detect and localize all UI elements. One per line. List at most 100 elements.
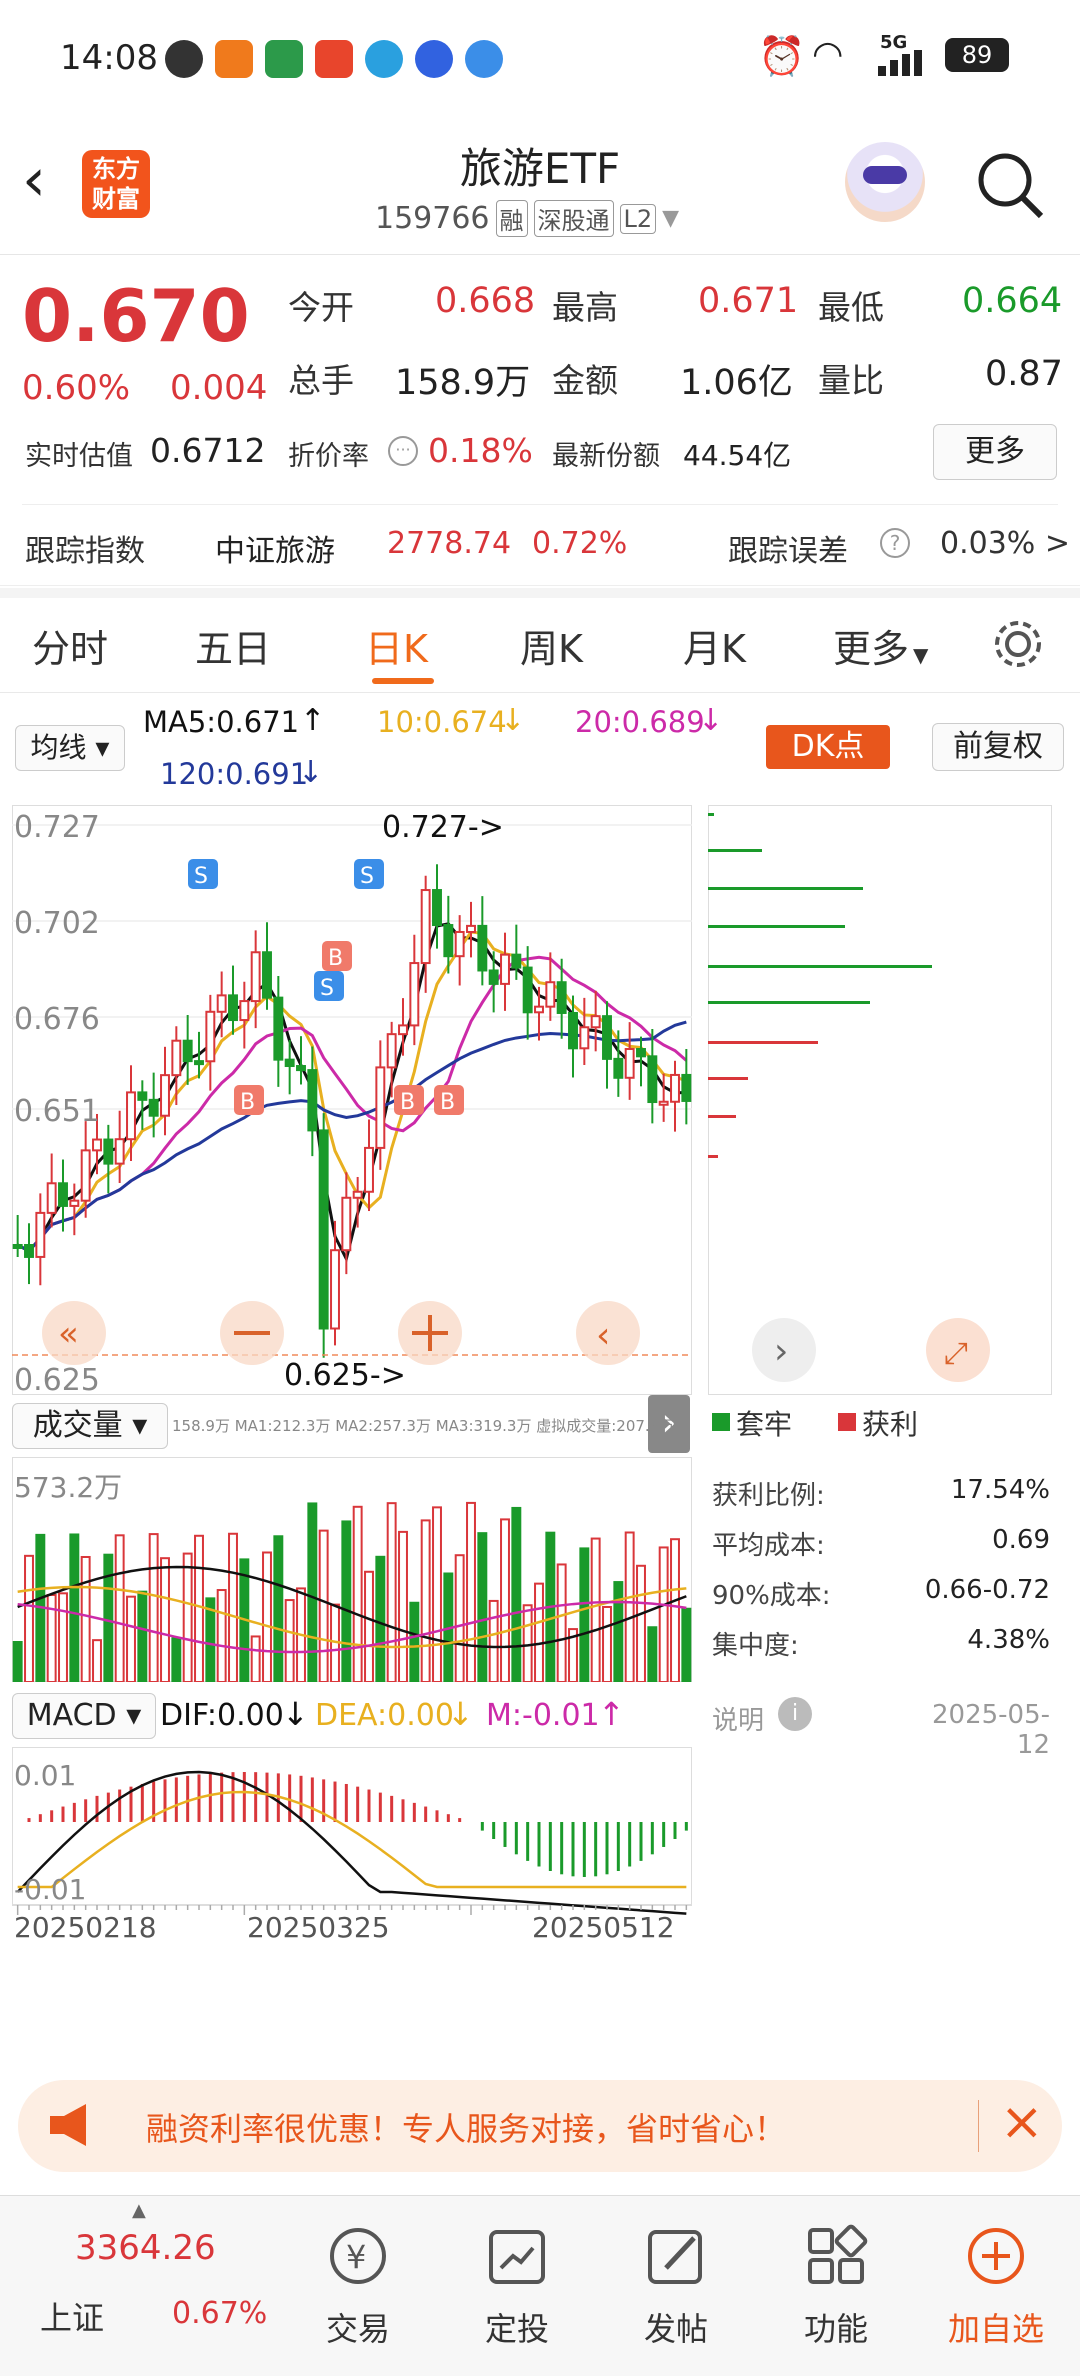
tab-intraday[interactable]: 分时 bbox=[32, 618, 108, 673]
active-tab-indicator bbox=[372, 678, 434, 684]
sell-signal-marker[interactable]: S bbox=[314, 971, 344, 1001]
dk-point-button[interactable]: DK点 bbox=[766, 725, 890, 769]
dif-label: DIF:0.00 bbox=[160, 1698, 284, 1733]
track-error-value[interactable]: 0.03% > bbox=[940, 526, 1070, 561]
volume-bar bbox=[432, 1506, 442, 1682]
track-index-name[interactable]: 中证旅游 bbox=[215, 526, 335, 570]
profit-legend-swatch bbox=[838, 1413, 856, 1431]
candle bbox=[602, 1001, 612, 1089]
volume-ratio-label: 量比 bbox=[818, 361, 884, 400]
price-tick-1: 0.702 bbox=[14, 906, 100, 941]
ma-selector[interactable]: 均线 ▾ bbox=[15, 725, 125, 771]
volume-bar bbox=[160, 1557, 170, 1682]
volume-bar bbox=[409, 1601, 420, 1682]
arrow-down-icon: ↓ bbox=[447, 1695, 474, 1733]
volume-bar bbox=[556, 1563, 567, 1682]
buy-signal-marker[interactable]: B bbox=[434, 1085, 464, 1115]
info-dots-icon[interactable]: ··· bbox=[388, 436, 418, 466]
volume-chart[interactable]: 573.2万 bbox=[12, 1457, 692, 1682]
candle bbox=[46, 1153, 57, 1228]
candle bbox=[126, 1065, 136, 1161]
promo-banner[interactable]: 融资利率很优惠！专人服务对接，省时省心！ × bbox=[18, 2080, 1062, 2172]
chevron-down-icon[interactable]: ▼ bbox=[662, 206, 679, 231]
tab-monthly-k[interactable]: 月K bbox=[683, 618, 746, 673]
close-icon[interactable]: × bbox=[1000, 2092, 1044, 2152]
volume-indicator-selector[interactable]: 成交量 ▾ bbox=[12, 1403, 168, 1449]
trade-yuan-icon: ¥ bbox=[330, 2228, 386, 2284]
nav-functions[interactable]: 功能 bbox=[756, 2196, 916, 2377]
candle bbox=[205, 994, 216, 1091]
svg-text:S: S bbox=[194, 864, 208, 889]
volume-bar bbox=[273, 1535, 284, 1682]
change-amount: 0.004 bbox=[170, 368, 268, 408]
expand-icon: ⤢ bbox=[944, 1336, 968, 1371]
arrow-down-icon: ↓ bbox=[282, 1695, 309, 1733]
search-icon[interactable] bbox=[975, 150, 1045, 224]
profit-ratio-label: 获利比例: bbox=[712, 1481, 825, 1511]
index-name: 上证 bbox=[40, 2299, 105, 2337]
volume-bar bbox=[12, 1641, 23, 1682]
volume-bar bbox=[262, 1551, 272, 1682]
settings-gear-icon[interactable] bbox=[990, 616, 1046, 676]
volume-bar bbox=[318, 1529, 329, 1682]
sell-signal-marker[interactable]: S bbox=[354, 859, 384, 889]
app-icon bbox=[215, 40, 253, 78]
arrow-down-icon: ↓ bbox=[298, 755, 324, 790]
info-icon[interactable]: i bbox=[778, 1697, 812, 1731]
tab-weekly-k[interactable]: 周K bbox=[520, 618, 583, 673]
macd-chart[interactable]: 0.01 -0.01 20250218 20250325 20250512 bbox=[12, 1747, 692, 2059]
buy-signal-marker[interactable]: B bbox=[234, 1085, 264, 1115]
candle bbox=[681, 1049, 692, 1125]
nav-post-label: 发帖 bbox=[643, 2310, 708, 2348]
chip-distribution-chart[interactable]: › ⤢ bbox=[708, 805, 1052, 1395]
arrow-up-icon: ↑ bbox=[300, 703, 326, 738]
sell-signal-marker[interactable]: S bbox=[188, 859, 218, 889]
battery-indicator: 89 bbox=[945, 38, 1009, 72]
volume-bar bbox=[681, 1607, 692, 1682]
ma10-label: 10:0.674 bbox=[377, 705, 507, 739]
adjust-button[interactable]: 前复权 bbox=[932, 723, 1064, 771]
edit-icon bbox=[648, 2230, 702, 2284]
volume-bar bbox=[398, 1530, 408, 1682]
nav-trade[interactable]: ¥ 交易 bbox=[278, 2196, 438, 2377]
volume-bar bbox=[352, 1505, 363, 1682]
macd-selector[interactable]: MACD ▾ bbox=[12, 1693, 156, 1739]
volume-bar bbox=[171, 1637, 182, 1682]
candlestick-chart[interactable]: S SSBB B B 0.727 0.702 0.676 0.651 0.625 0.… bbox=[12, 805, 692, 1395]
oppo-icon bbox=[265, 40, 303, 78]
chart-area: 均线 ▾ MA5:0.671 ↑ 10:0.674 ↓ 20:0.689 ↓ 1… bbox=[0, 695, 1080, 2065]
margin-tag: 融 bbox=[495, 200, 528, 237]
tab-five-day[interactable]: 五日 bbox=[195, 618, 271, 673]
candle bbox=[534, 986, 544, 1041]
nav-add-watchlist[interactable]: 加自选 bbox=[916, 2196, 1076, 2377]
nav-post[interactable]: 发帖 bbox=[596, 2196, 756, 2377]
tab-more[interactable]: 更多 ▼ bbox=[833, 618, 928, 673]
candle bbox=[69, 1183, 80, 1236]
volume-bar bbox=[364, 1570, 374, 1682]
robot-assistant-icon[interactable] bbox=[845, 142, 925, 222]
candle bbox=[466, 901, 476, 958]
candle bbox=[579, 997, 590, 1066]
macd-selector-label: MACD bbox=[26, 1698, 117, 1733]
buy-signal-marker[interactable]: B bbox=[394, 1085, 424, 1115]
candle bbox=[35, 1193, 46, 1286]
profit-legend-label: 获利 bbox=[862, 1408, 919, 1441]
grid-icon bbox=[808, 2224, 868, 2284]
volume-bar bbox=[58, 1592, 68, 1682]
tab-daily-k[interactable]: 日K bbox=[365, 618, 428, 673]
candle bbox=[624, 1022, 635, 1100]
help-icon[interactable]: ? bbox=[880, 528, 910, 558]
index-percent: 0.67% bbox=[172, 2296, 268, 2331]
buy-signal-marker[interactable]: B bbox=[322, 941, 352, 971]
candle bbox=[262, 922, 272, 1010]
nav-invest-plan[interactable]: 定投 bbox=[437, 2196, 597, 2377]
chip-bar bbox=[708, 887, 863, 890]
explain-label[interactable]: 说明 bbox=[712, 1700, 764, 1737]
chevron-right-icon: › bbox=[774, 1331, 788, 1372]
volume-bar bbox=[579, 1547, 590, 1682]
candle bbox=[670, 1060, 680, 1132]
last-price: 0.670 bbox=[22, 274, 250, 358]
volume-bar bbox=[375, 1555, 386, 1682]
index-ticker[interactable]: ▲ 3364.26 上证 0.67% bbox=[0, 2196, 290, 2377]
more-button[interactable]: 更多 bbox=[933, 424, 1057, 480]
